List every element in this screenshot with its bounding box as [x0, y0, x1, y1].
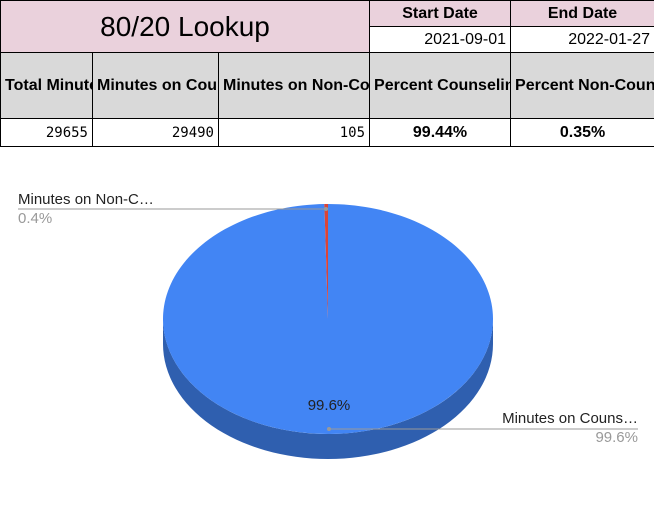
- start-date-cell[interactable]: 2021-09-01: [369, 26, 512, 53]
- slice-label-counseling: Minutes on Couns…: [502, 410, 638, 427]
- percent-non-counseling-cell[interactable]: 0.35%: [510, 118, 654, 147]
- total-minutes-cell[interactable]: 29655: [0, 118, 93, 147]
- percent-counseling-header[interactable]: Percent Counseling: [369, 52, 512, 119]
- leader-dot-non-counseling: [324, 207, 328, 211]
- minutes-non-counseling-header[interactable]: Minutes on Non-Counseling Tasks: [217, 52, 371, 119]
- minutes-counseling-cell[interactable]: 29490: [92, 118, 219, 147]
- pie-slices: [162, 204, 493, 459]
- pie-chart[interactable]: Minutes on Non-C… 0.4% Minutes on Couns……: [0, 148, 654, 514]
- header-row: Total Minutes Minutes on Counseling Task…: [0, 52, 654, 119]
- leader-dot-counseling: [327, 427, 331, 431]
- minutes-counseling-header[interactable]: Minutes on Counseling Tasks: [92, 52, 219, 119]
- percent-counseling-cell[interactable]: 99.44%: [369, 118, 512, 147]
- total-minutes-header[interactable]: Total Minutes: [0, 52, 93, 119]
- end-date-header[interactable]: End Date: [510, 0, 654, 27]
- sheet-title[interactable]: 80/20 Lookup: [0, 0, 371, 53]
- values-row: 29655 29490 105 99.44% 0.35%: [0, 118, 654, 147]
- lookup-table: 80/20 Lookup Start Date End Date 2021-09…: [0, 0, 654, 147]
- slice-pct-non-counseling: 0.4%: [18, 210, 52, 227]
- percent-non-counseling-header[interactable]: Percent Non-Counseling: [510, 52, 654, 119]
- end-date-cell[interactable]: 2022-01-27: [510, 26, 654, 53]
- start-date-header[interactable]: Start Date: [369, 0, 512, 27]
- minutes-non-counseling-cell[interactable]: 105: [217, 118, 371, 147]
- slice-pct-counseling: 99.6%: [595, 429, 638, 446]
- slice-inner-label-counseling: 99.6%: [308, 397, 351, 414]
- title-row: 80/20 Lookup Start Date End Date: [0, 0, 654, 53]
- slice-label-non-counseling: Minutes on Non-C…: [18, 191, 154, 208]
